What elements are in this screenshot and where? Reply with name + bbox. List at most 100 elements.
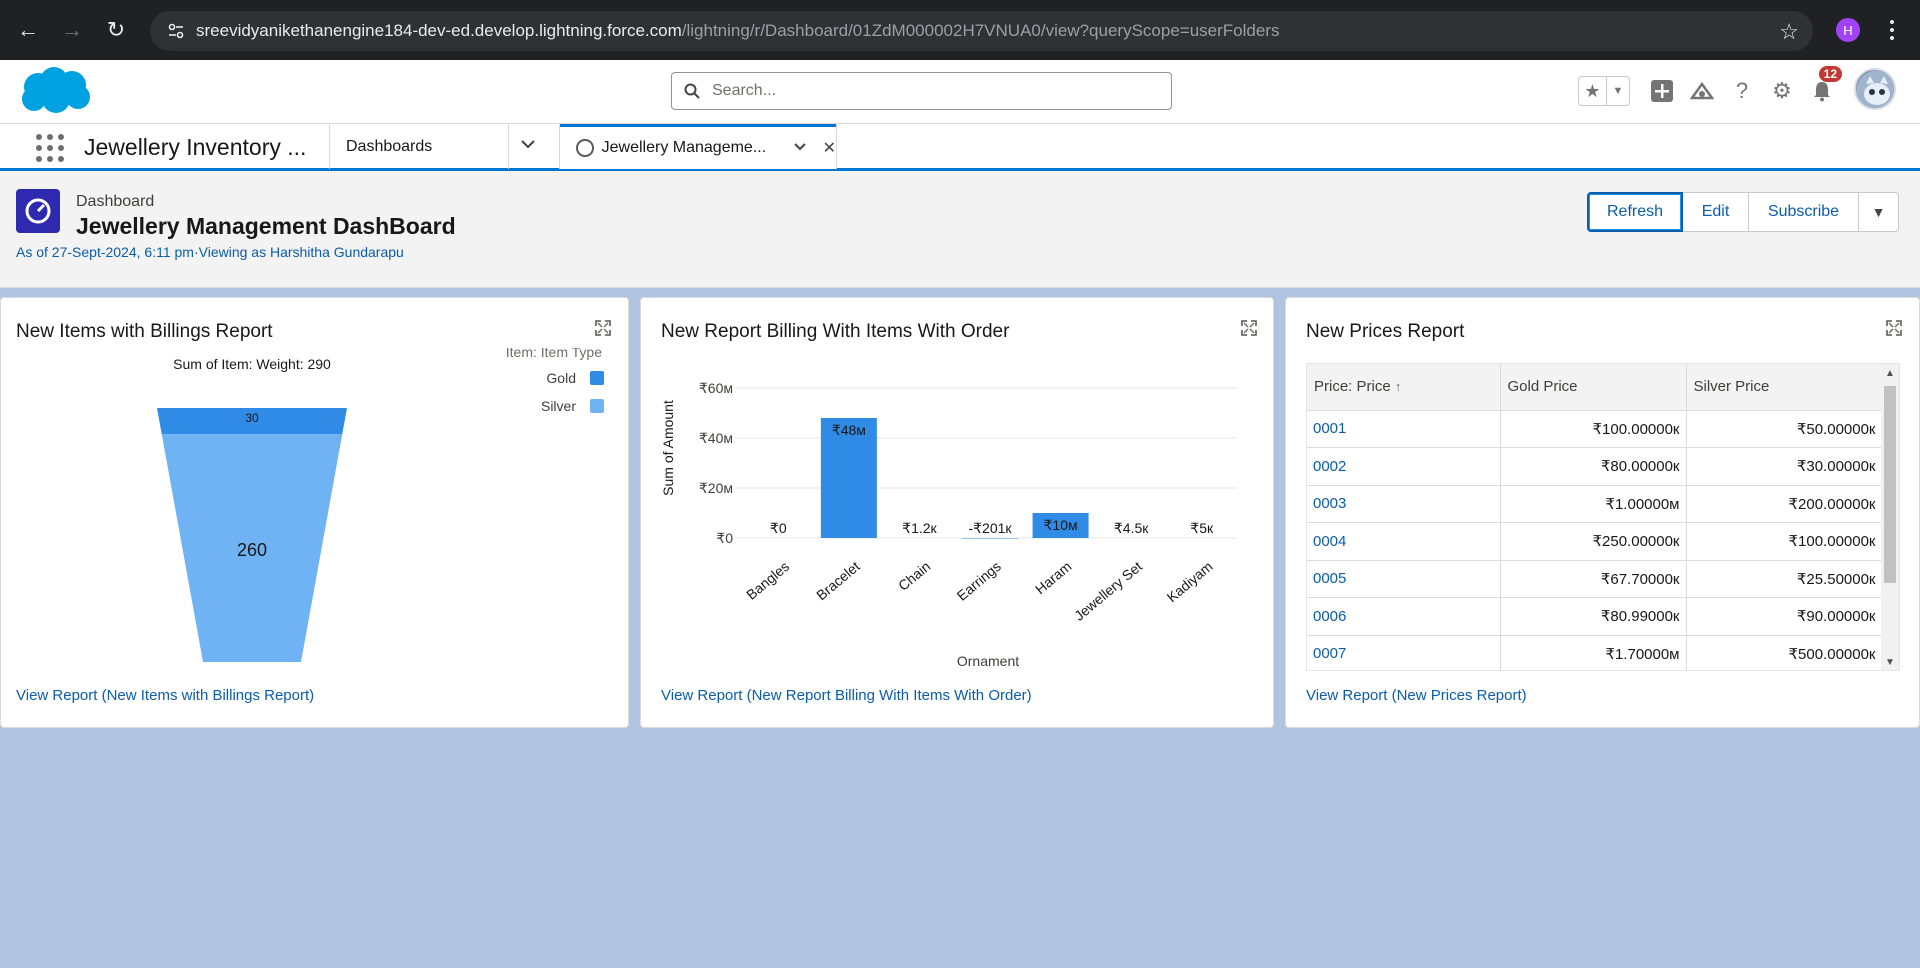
- bar-data-label: ₹0: [770, 520, 787, 536]
- y-tick-label: ₹40м: [699, 430, 733, 446]
- expand-icon[interactable]: [595, 320, 611, 336]
- url-host: sreevidyanikethanengine184-dev-ed.develo…: [196, 21, 682, 40]
- favorites-star-icon[interactable]: ★: [1579, 77, 1607, 105]
- table-header-row: Price: Price ↑ Gold Price Silver Price: [1307, 364, 1883, 411]
- nav-dashboards-dropdown-icon[interactable]: [520, 136, 536, 157]
- legend-title: Item: Item Type: [506, 348, 602, 360]
- price-record-link[interactable]: 0006: [1307, 597, 1501, 636]
- more-actions-button[interactable]: ▼: [1859, 192, 1899, 232]
- table-row: 0005 ₹67.70000к ₹25.50000к: [1307, 560, 1883, 598]
- price-record-link[interactable]: 0004: [1307, 522, 1501, 561]
- silver-price-cell: ₹90.00000к: [1686, 597, 1883, 636]
- price-record-link[interactable]: 0007: [1307, 635, 1501, 670]
- price-record-link[interactable]: 0005: [1307, 560, 1501, 598]
- setup-gear-icon[interactable]: ⚙: [1762, 76, 1802, 106]
- scrollbar-thumb[interactable]: [1884, 386, 1896, 583]
- bar-chart: ₹0 ₹20м ₹40м ₹60м ₹0 ₹48м ₹1.2к -₹201к ₹10м ₹4.5…: [660, 380, 1237, 669]
- dashboard-subtitle[interactable]: As of 27-Sept-2024, 6:11 pm·Viewing as H…: [16, 244, 404, 260]
- x-tick-label: Kadiyam: [1164, 558, 1216, 605]
- x-axis-label: Ornament: [957, 653, 1019, 669]
- trailhead-icon[interactable]: [1682, 76, 1722, 106]
- notifications-bell-icon[interactable]: 12: [1802, 66, 1842, 106]
- search-icon: [672, 83, 712, 99]
- reload-icon[interactable]: ↻: [94, 8, 138, 52]
- app-navigation-bar: Jewellery Inventory ... Dashboards Jewel…: [0, 123, 1920, 171]
- app-launcher-icon[interactable]: [36, 134, 64, 162]
- table-scrollbar[interactable]: ▲ ▼: [1881, 364, 1899, 670]
- global-header: Search... ★ ▼ ? ⚙ 12: [0, 60, 1920, 123]
- tab-close-icon[interactable]: ✕: [823, 138, 836, 158]
- y-tick-label: ₹0: [716, 530, 733, 546]
- tab-jewellery-management[interactable]: Jewellery Manageme... ✕: [560, 124, 836, 169]
- site-info-icon[interactable]: [156, 11, 196, 51]
- record-type-label: Dashboard: [76, 193, 155, 210]
- notification-count-badge: 12: [1818, 66, 1842, 82]
- column-header-price[interactable]: Price: Price ↑: [1307, 364, 1501, 411]
- url-path: /lightning/r/Dashboard/01ZdM000002H7VNUA…: [681, 21, 1280, 40]
- browser-menu-icon[interactable]: [1880, 14, 1904, 46]
- bar-data-label: ₹48м: [832, 422, 866, 438]
- refresh-button[interactable]: Refresh: [1587, 192, 1683, 232]
- view-report-link[interactable]: View Report (New Items with Billings Rep…: [16, 687, 314, 704]
- silver-price-cell: ₹100.00000к: [1686, 522, 1883, 561]
- view-report-link[interactable]: View Report (New Prices Report): [1306, 687, 1527, 704]
- bar-earrings[interactable]: [962, 538, 1018, 539]
- table-row: 0004 ₹250.00000к ₹100.00000к: [1307, 522, 1883, 561]
- edit-button[interactable]: Edit: [1683, 192, 1749, 232]
- favorites-button[interactable]: ★ ▼: [1578, 76, 1630, 106]
- search-placeholder: Search...: [712, 82, 777, 99]
- url-text: sreevidyanikethanengine184-dev-ed.develo…: [196, 21, 1279, 41]
- tab-dropdown-icon[interactable]: [793, 140, 807, 157]
- bar-data-label: ₹1.2к: [902, 520, 937, 536]
- gold-price-cell: ₹1.70000м: [1500, 635, 1687, 670]
- price-record-link[interactable]: 0003: [1307, 485, 1501, 523]
- scroll-up-icon[interactable]: ▲: [1885, 368, 1895, 379]
- silver-price-cell: ₹200.00000к: [1686, 485, 1883, 523]
- silver-price-cell: ₹500.00000к: [1686, 635, 1883, 670]
- funnel-value-label: 30: [245, 411, 259, 425]
- global-search-input[interactable]: Search...: [671, 72, 1172, 110]
- price-record-link[interactable]: 0002: [1307, 447, 1501, 486]
- x-tick-label: Bracelet: [813, 558, 863, 603]
- favorites-dropdown-icon[interactable]: ▼: [1607, 85, 1629, 97]
- table-row: 0002 ₹80.00000к ₹30.00000к: [1307, 447, 1883, 486]
- legend-label: Silver: [541, 398, 576, 414]
- scroll-down-icon[interactable]: ▼: [1885, 657, 1895, 668]
- expand-icon[interactable]: [1241, 320, 1257, 336]
- x-tick-label: Haram: [1032, 558, 1074, 597]
- table-row: 0006 ₹80.99000к ₹90.00000к: [1307, 597, 1883, 636]
- header-icons: ★ ▼ ? ⚙ 12: [1578, 66, 1842, 106]
- global-actions-icon[interactable]: [1642, 76, 1682, 106]
- table-row: 0007 ₹1.70000м ₹500.00000к: [1307, 635, 1883, 670]
- column-header-gold-price[interactable]: Gold Price: [1500, 364, 1687, 411]
- app-name: Jewellery Inventory ...: [84, 134, 307, 160]
- sort-ascending-icon: ↑: [1394, 379, 1402, 395]
- table-row: 0003 ₹1.00000м ₹200.00000к: [1307, 485, 1883, 523]
- dashboard-icon: [16, 189, 60, 233]
- view-report-link[interactable]: View Report (New Report Billing With Ite…: [661, 687, 1032, 704]
- browser-profile-avatar[interactable]: H: [1836, 18, 1860, 42]
- card-title: New Report Billing With Items With Order: [661, 321, 1010, 342]
- price-record-link[interactable]: 0001: [1307, 410, 1501, 448]
- back-icon[interactable]: ←: [6, 8, 50, 52]
- address-bar[interactable]: sreevidyanikethanengine184-dev-ed.develo…: [150, 11, 1813, 51]
- browser-toolbar: ← → ↻ sreevidyanikethanengine184-dev-ed.…: [0, 0, 1920, 60]
- funnel-chart-title: Sum of Item: Weight: 290: [173, 356, 331, 372]
- legend-swatch: [590, 399, 604, 413]
- help-icon[interactable]: ?: [1722, 76, 1762, 106]
- salesforce-logo[interactable]: [18, 65, 92, 122]
- page-title: Jewellery Management DashBoard: [76, 213, 456, 239]
- subscribe-button[interactable]: Subscribe: [1749, 192, 1859, 232]
- bar-data-label: ₹10м: [1044, 517, 1078, 533]
- forward-icon[interactable]: →: [50, 8, 94, 52]
- column-header-silver-price[interactable]: Silver Price: [1686, 364, 1883, 411]
- gold-price-cell: ₹80.00000к: [1500, 447, 1687, 486]
- user-avatar[interactable]: [1854, 68, 1896, 110]
- expand-icon[interactable]: [1886, 320, 1902, 336]
- legend-swatch: [590, 371, 604, 385]
- column-header-label: Price: Price: [1314, 378, 1391, 396]
- nav-item-dashboards[interactable]: Dashboards: [346, 138, 432, 156]
- bookmark-star-icon[interactable]: ☆: [1779, 19, 1799, 45]
- y-tick-label: ₹60м: [699, 380, 733, 396]
- prices-table-container: Price: Price ↑ Gold Price Silver Price 0…: [1306, 363, 1900, 671]
